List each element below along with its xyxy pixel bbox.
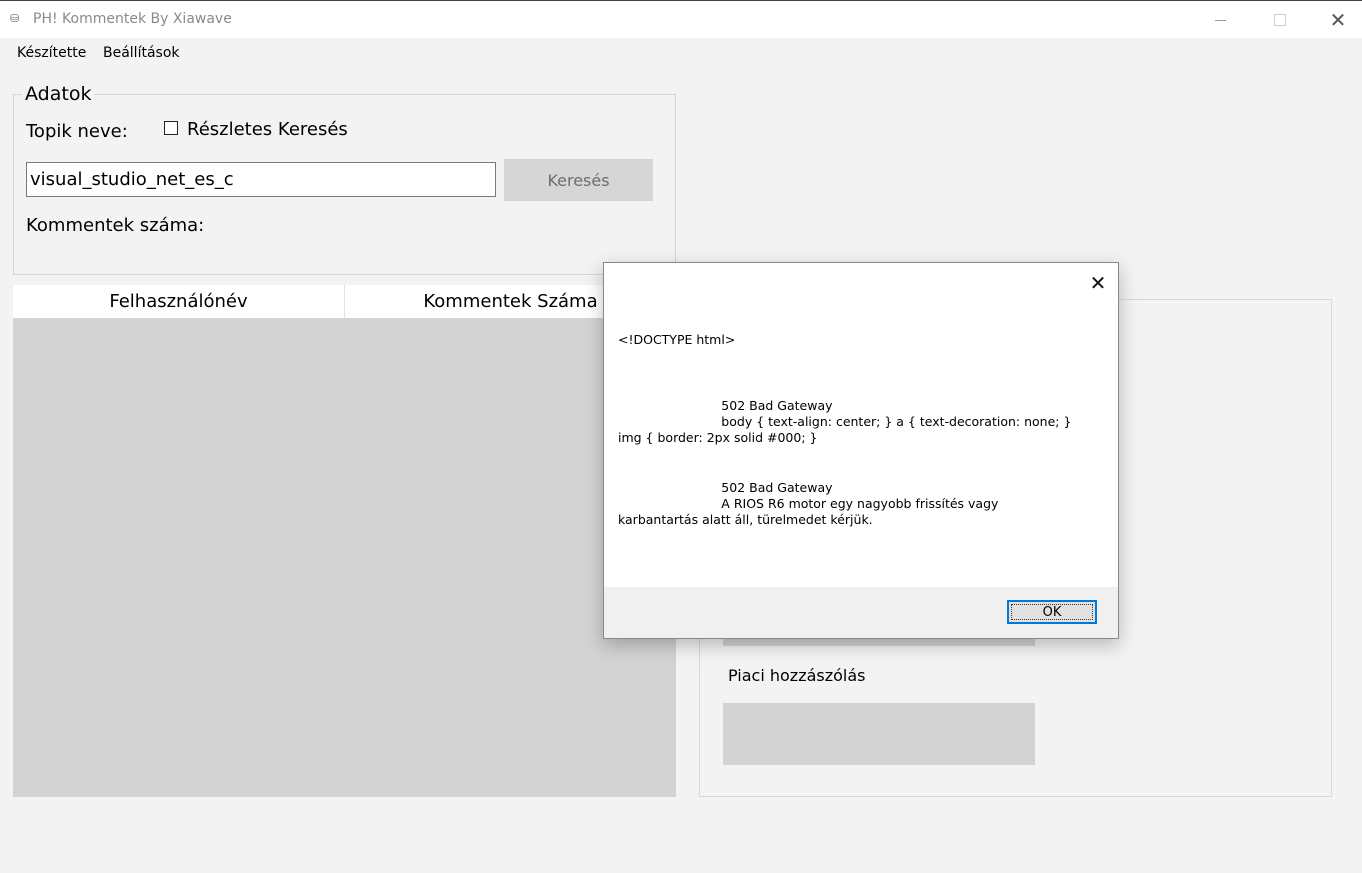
dialog-message: <!DOCTYPE html> 502 Bad Gateway body { t…: [618, 332, 1072, 528]
grid-header: Felhasználónév Kommentek Száma: [13, 285, 676, 318]
detailed-search-checkbox[interactable]: [164, 121, 178, 135]
maximize-icon: [1274, 14, 1286, 26]
comment-count-label: Kommentek száma:: [26, 215, 205, 236]
dialog-close-button[interactable]: ✕: [1086, 271, 1110, 295]
ok-button[interactable]: OK: [1007, 600, 1097, 624]
market-comment-field: [723, 703, 1035, 765]
title-bar: ⛁ PH! Kommentek By Xiawave ✕: [0, 0, 1362, 38]
minimize-icon: [1214, 19, 1226, 21]
detailed-search-label[interactable]: Részletes Keresés: [187, 119, 348, 140]
menu-item-beallitasok[interactable]: Beállítások: [103, 45, 180, 61]
menu-item-keszitette[interactable]: Készítette: [17, 45, 86, 61]
results-grid[interactable]: [13, 318, 676, 797]
column-header-username[interactable]: Felhasználónév: [13, 285, 345, 318]
topic-name-input[interactable]: visual_studio_net_es_c: [26, 162, 496, 197]
search-button[interactable]: Keresés: [504, 159, 653, 201]
window-title: PH! Kommentek By Xiawave: [33, 11, 232, 27]
data-groupbox-legend: Adatok: [22, 83, 95, 105]
market-comment-label: Piaci hozzászólás: [728, 666, 866, 685]
dialog-footer: OK: [604, 587, 1118, 638]
focus-rectangle: [1011, 604, 1093, 620]
app-icon: ⛁: [10, 12, 20, 25]
minimize-button[interactable]: [1190, 1, 1250, 39]
message-dialog: ✕ <!DOCTYPE html> 502 Bad Gateway body {…: [603, 262, 1119, 639]
close-icon: ✕: [1329, 8, 1347, 32]
maximize-button[interactable]: [1250, 1, 1310, 39]
close-icon: ✕: [1089, 271, 1107, 295]
close-window-button[interactable]: ✕: [1308, 1, 1362, 39]
topic-name-label: Topik neve:: [26, 121, 128, 142]
